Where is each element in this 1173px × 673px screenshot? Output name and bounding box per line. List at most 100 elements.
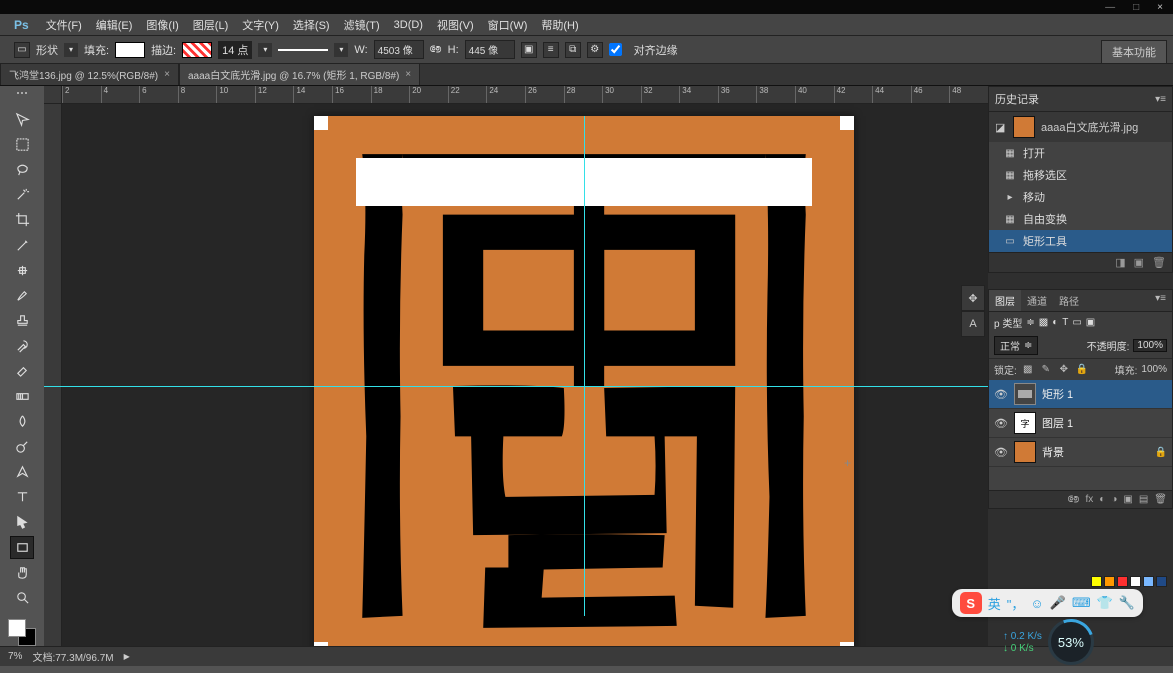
tab-channels[interactable]: 通道 bbox=[1021, 290, 1053, 311]
blend-mode-select[interactable]: 正常≑ bbox=[994, 336, 1038, 355]
menu-layer[interactable]: 图层(L) bbox=[186, 14, 235, 36]
history-item[interactable]: ▭矩形工具 bbox=[989, 230, 1172, 252]
menu-view[interactable]: 视图(V) bbox=[430, 14, 481, 36]
guide-vertical[interactable] bbox=[584, 116, 585, 616]
brush-tool[interactable] bbox=[10, 284, 34, 307]
menu-help[interactable]: 帮助(H) bbox=[534, 14, 585, 36]
link-wh-icon[interactable]: ⟃⟄ bbox=[430, 44, 442, 55]
filter-shape-icon[interactable]: ▭ bbox=[1072, 317, 1081, 328]
document-tab[interactable]: aaaa白文底光滑.jpg @ 16.7% (矩形 1, RGB/8#) × bbox=[179, 63, 420, 85]
status-menu-icon[interactable]: ▶ bbox=[124, 652, 130, 661]
palette-grip[interactable] bbox=[8, 92, 36, 102]
trash-icon[interactable]: 🗑 bbox=[1152, 256, 1166, 269]
chip[interactable] bbox=[1117, 576, 1128, 587]
magic-wand-tool[interactable] bbox=[10, 183, 34, 206]
stroke-style-sample[interactable] bbox=[278, 49, 328, 51]
rectangle-tool[interactable] bbox=[10, 536, 34, 559]
trash-icon[interactable]: 🗑 bbox=[1154, 494, 1167, 505]
fill-swatch[interactable] bbox=[115, 42, 145, 58]
filter-type-icon[interactable]: T bbox=[1062, 317, 1068, 328]
lock-position-icon[interactable]: ✥ bbox=[1057, 364, 1071, 375]
history-item[interactable]: ▦打开 bbox=[989, 142, 1172, 164]
new-layer-icon[interactable]: ▤ bbox=[1139, 494, 1148, 505]
history-item[interactable]: ▸移动 bbox=[989, 186, 1172, 208]
layer-thumb[interactable] bbox=[1014, 383, 1036, 405]
move-tool[interactable] bbox=[10, 108, 34, 131]
history-source[interactable]: ◪ aaaa白文底光滑.jpg bbox=[989, 112, 1172, 142]
menu-window[interactable]: 窗口(W) bbox=[481, 14, 535, 36]
zoom-tool[interactable] bbox=[10, 586, 34, 609]
ime-lang[interactable]: 英 bbox=[988, 594, 1001, 613]
close-icon[interactable]: × bbox=[405, 69, 411, 80]
hand-tool[interactable] bbox=[10, 561, 34, 584]
menu-edit[interactable]: 编辑(E) bbox=[89, 14, 140, 36]
eyedropper-tool[interactable] bbox=[10, 233, 34, 256]
menu-select[interactable]: 选择(S) bbox=[286, 14, 337, 36]
filter-adjust-icon[interactable]: ◐ bbox=[1052, 317, 1058, 328]
layer-name[interactable]: 矩形 1 bbox=[1042, 386, 1167, 402]
dock-icon[interactable]: A bbox=[961, 311, 985, 337]
eraser-tool[interactable] bbox=[10, 359, 34, 382]
mask-icon[interactable]: ◐ bbox=[1099, 494, 1105, 505]
guide-horizontal[interactable] bbox=[44, 386, 988, 387]
history-brush-tool[interactable] bbox=[10, 334, 34, 357]
visibility-icon[interactable]: 👁 bbox=[994, 388, 1008, 401]
path-align-icon[interactable]: ≡ bbox=[543, 42, 559, 58]
type-tool[interactable] bbox=[10, 485, 34, 508]
history-item[interactable]: ▦自由变换 bbox=[989, 208, 1172, 230]
adjustment-icon[interactable]: ◑ bbox=[1111, 494, 1117, 505]
crop-tool[interactable] bbox=[10, 208, 34, 231]
workspace-switcher[interactable]: 基本功能 bbox=[1101, 40, 1167, 64]
network-widget[interactable]: ↑ 0.2 K/s ↓ 0 K/s 53% bbox=[1003, 619, 1143, 665]
link-layers-icon[interactable]: ⟃⟄ bbox=[1068, 494, 1080, 505]
ruler-vertical[interactable] bbox=[44, 104, 62, 646]
layer-name[interactable]: 图层 1 bbox=[1042, 415, 1167, 431]
fx-icon[interactable]: fx bbox=[1086, 494, 1094, 505]
marquee-tool[interactable] bbox=[10, 133, 34, 156]
history-item[interactable]: ▦拖移选区 bbox=[989, 164, 1172, 186]
new-state-icon[interactable]: ▣ bbox=[1134, 256, 1144, 269]
visibility-icon[interactable]: 👁 bbox=[994, 417, 1008, 430]
menu-file[interactable]: 文件(F) bbox=[39, 14, 89, 36]
dodge-tool[interactable] bbox=[10, 435, 34, 458]
pen-tool[interactable] bbox=[10, 460, 34, 483]
chip[interactable] bbox=[1130, 576, 1141, 587]
minimize-button[interactable]: — bbox=[1099, 2, 1121, 13]
tab-layers[interactable]: 图层 bbox=[989, 290, 1021, 311]
stroke-style-dropdown[interactable]: ▾ bbox=[334, 43, 348, 57]
filter-pixel-icon[interactable]: ▩ bbox=[1039, 317, 1048, 328]
blur-tool[interactable] bbox=[10, 410, 34, 433]
healing-brush-tool[interactable] bbox=[10, 259, 34, 282]
shape-mode-dropdown[interactable]: ▾ bbox=[64, 43, 78, 57]
width-field[interactable]: 4503 像 bbox=[374, 40, 424, 59]
path-op-combine-icon[interactable]: ▣ bbox=[521, 42, 537, 58]
height-field[interactable]: 445 像 bbox=[465, 40, 515, 59]
tool-preset-icon[interactable]: ▭ bbox=[14, 42, 30, 58]
layer-row[interactable]: 👁 矩形 1 bbox=[989, 380, 1172, 409]
group-icon[interactable]: ▣ bbox=[1123, 494, 1132, 505]
document-tab[interactable]: 飞鸿堂136.jpg @ 12.5%(RGB/8#) × bbox=[0, 63, 179, 85]
ruler-origin[interactable] bbox=[44, 86, 62, 104]
layer-row[interactable]: 👁 字 图层 1 bbox=[989, 409, 1172, 438]
ime-toolbox-icon[interactable]: 🔧 bbox=[1119, 595, 1135, 611]
path-arrange-icon[interactable]: ⧉ bbox=[565, 42, 581, 58]
ime-skin-icon[interactable]: 👕 bbox=[1097, 595, 1113, 611]
lock-pixels-icon[interactable]: ✎ bbox=[1039, 364, 1053, 375]
gradient-tool[interactable] bbox=[10, 385, 34, 408]
lasso-tool[interactable] bbox=[10, 158, 34, 181]
layer-thumb[interactable] bbox=[1014, 441, 1036, 463]
visibility-icon[interactable]: 👁 bbox=[994, 446, 1008, 459]
layer-thumb[interactable]: 字 bbox=[1014, 412, 1036, 434]
tab-paths[interactable]: 路径 bbox=[1053, 290, 1085, 311]
color-swatches[interactable] bbox=[8, 619, 36, 646]
sogou-icon[interactable]: S bbox=[960, 592, 982, 614]
ime-punct-icon[interactable]: "， bbox=[1007, 594, 1025, 613]
opacity-field[interactable]: 100% bbox=[1133, 339, 1167, 352]
filter-kind-dropdown[interactable]: ≑ bbox=[1026, 317, 1034, 328]
stroke-width-dropdown[interactable]: ▾ bbox=[258, 43, 272, 57]
layer-name[interactable]: 背景 bbox=[1042, 444, 1149, 460]
accelerator-ball[interactable]: 53% bbox=[1048, 619, 1094, 665]
filter-smart-icon[interactable]: ▣ bbox=[1086, 317, 1095, 328]
menu-filter[interactable]: 滤镜(T) bbox=[337, 14, 387, 36]
ime-voice-icon[interactable]: 🎤 bbox=[1050, 595, 1066, 611]
